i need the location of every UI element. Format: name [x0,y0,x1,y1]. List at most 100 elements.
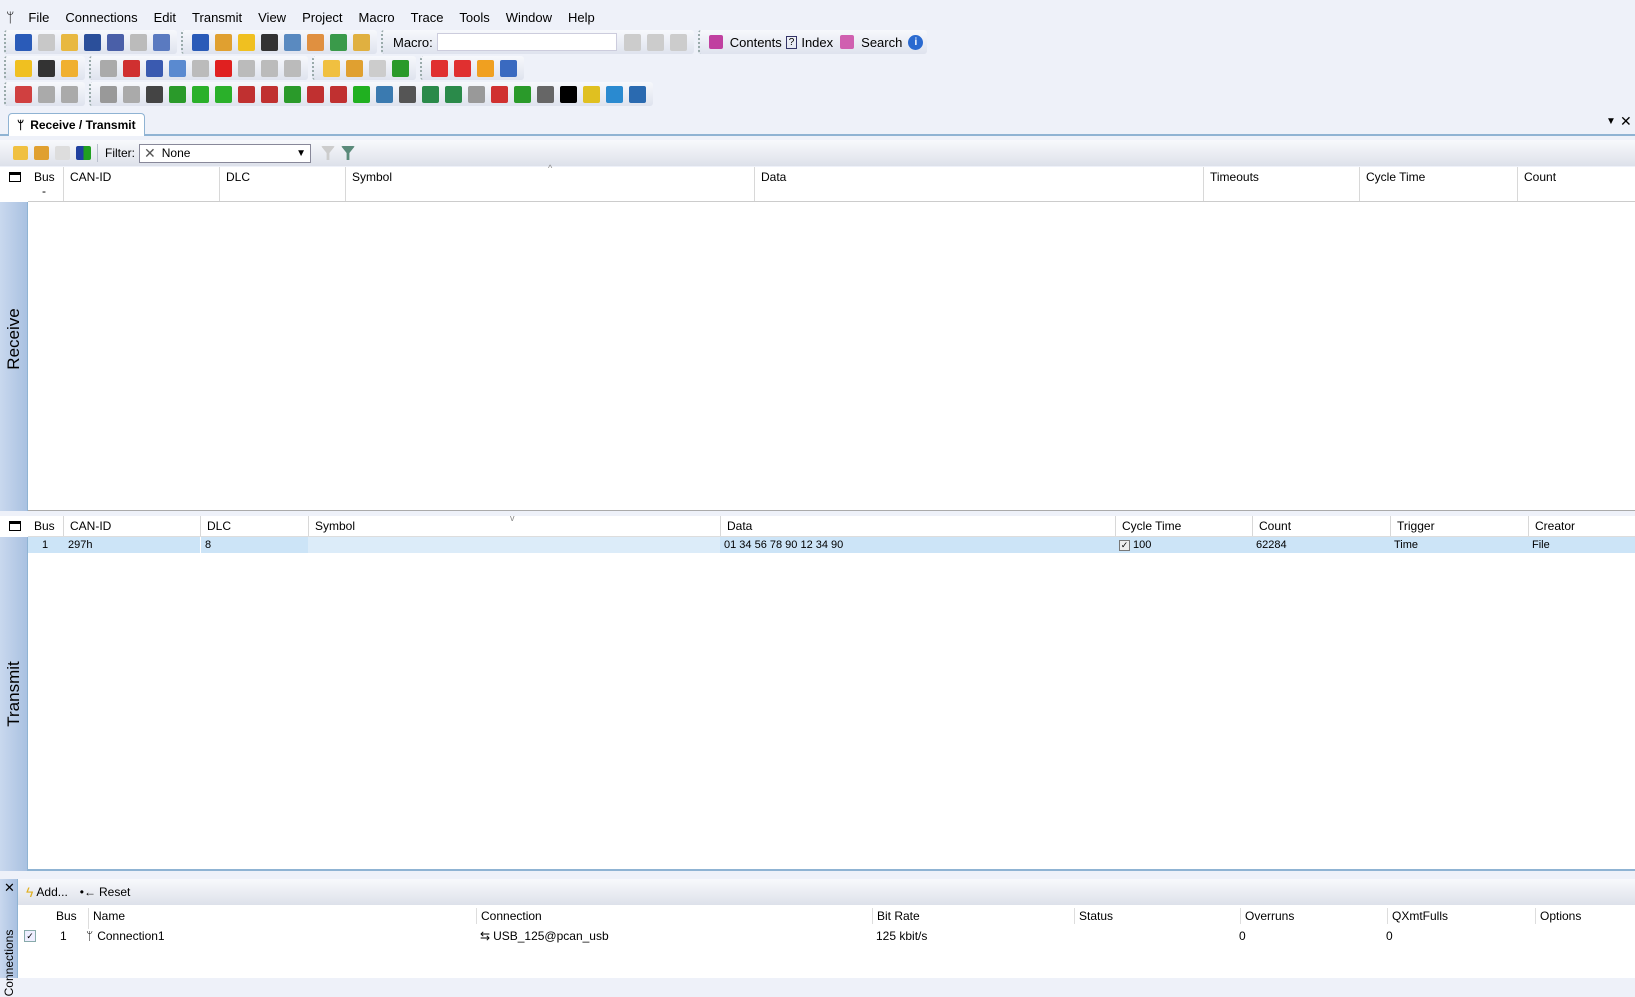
receive-col-data[interactable]: Data [754,167,1203,201]
lightning-icon[interactable] [123,85,140,103]
tab-list-dropdown[interactable]: ▼ [1606,116,1616,127]
receive-transmit-icon[interactable] [192,33,209,51]
chart-icon[interactable] [15,85,32,103]
message-disabled-icon[interactable] [55,146,70,160]
layers-icon[interactable] [629,85,646,103]
multi-switch-icon[interactable] [445,85,462,103]
receive-col-dlc[interactable]: DLC [219,167,345,201]
message-icon[interactable] [353,33,370,51]
transmit-col-can-id[interactable]: CAN-ID [63,516,200,536]
tools-icon[interactable] [261,33,278,51]
delete-icon[interactable] [215,59,232,77]
sun-icon[interactable] [468,85,485,103]
filter-select[interactable]: ✕ None ▼ [139,143,311,163]
conn-col-overruns[interactable]: Overruns [1240,908,1294,924]
connections-window-icon[interactable] [238,33,255,51]
close-tab-button[interactable]: ✕ [1620,113,1632,130]
tab-receive-transmit[interactable]: ᛘ Receive / Transmit [8,113,145,136]
column-chooser[interactable] [0,167,28,202]
reset-icon[interactable] [38,59,55,77]
find-icon[interactable] [284,59,301,77]
vertical-bar-icon[interactable] [192,85,209,103]
macro-play-icon[interactable] [646,33,664,51]
led-display-icon[interactable] [169,85,186,103]
menu-help[interactable]: Help [560,10,603,25]
trace-icon[interactable] [284,33,301,51]
macro-select[interactable] [436,33,617,51]
transmit-col-creator[interactable]: Creator [1528,516,1635,536]
check-icon[interactable] [100,59,117,77]
pause-icon[interactable] [477,59,494,77]
help-contents-button[interactable]: Contents [730,35,782,50]
transmit-col-count[interactable]: Count [1252,516,1390,536]
macro-record-icon[interactable] [623,33,641,51]
green-bar-icon[interactable] [514,85,531,103]
menu-tools[interactable]: Tools [451,10,497,25]
save-icon[interactable] [84,33,101,51]
conn-col-connection[interactable]: Connection [476,908,542,924]
button-icon[interactable] [399,85,416,103]
menu-window[interactable]: Window [498,10,560,25]
transmit-col-trigger[interactable]: Trigger [1390,516,1528,536]
table-row[interactable]: 1 297h 8 01 34 56 78 90 12 34 90 ✓ 100 6… [28,537,1635,553]
project-window-icon[interactable] [215,33,232,51]
add-record-icon[interactable] [431,59,448,77]
receive-col-bus[interactable]: Bus - [28,167,63,201]
filter-add-icon[interactable] [341,146,355,160]
save-all-icon[interactable] [107,33,124,51]
receive-col-timeouts[interactable]: Timeouts [1203,167,1359,201]
receive-col-count[interactable]: Count [1517,167,1635,201]
transmit-col-cycle-time[interactable]: Cycle Time [1115,516,1252,536]
transmit-col-dlc[interactable]: DLC [200,516,308,536]
copy-icon[interactable] [169,59,186,77]
menu-transmit[interactable]: Transmit [184,10,250,25]
conn-col-status[interactable]: Status [1074,908,1113,924]
help-search-button[interactable]: Search [861,35,902,50]
slider-icon[interactable] [307,85,324,103]
conn-col-options[interactable]: Options [1535,908,1581,924]
conn-col-qxmtfulls[interactable]: QXmtFulls [1387,908,1448,924]
step-chart-icon[interactable] [376,85,393,103]
pause-play-icon[interactable] [76,146,91,160]
connect-icon[interactable] [15,59,32,77]
edit-message-icon[interactable] [346,59,363,77]
delete-doc-icon[interactable] [123,59,140,77]
menu-file[interactable]: File [20,10,57,25]
lamp-icon[interactable] [353,85,370,103]
menu-trace[interactable]: Trace [403,10,452,25]
menu-view[interactable]: View [250,10,294,25]
column-chooser[interactable] [0,516,28,537]
checklist-icon[interactable] [153,33,170,51]
switch-icon[interactable] [422,85,439,103]
pause-play-icon[interactable] [392,59,409,77]
message-disabled-icon[interactable] [369,59,386,77]
red-bar-icon[interactable] [491,85,508,103]
paste-icon[interactable] [192,59,209,77]
cycle-enabled-checkbox[interactable]: ✓ [1119,539,1130,551]
gauge2-icon[interactable] [261,85,278,103]
print-icon[interactable] [130,33,147,51]
chart-grid-icon[interactable] [61,85,78,103]
reset-button[interactable]: •← Reset [80,885,131,899]
cut-icon[interactable] [146,59,163,77]
menu-project[interactable]: Project [294,10,350,25]
transmit-col-data[interactable]: Data [720,516,1115,536]
conn-col-name[interactable]: Name [88,908,125,929]
clock-icon[interactable] [61,59,78,77]
add-connection-button[interactable]: ϟ Add... [26,884,68,900]
symbols-icon[interactable] [330,33,347,51]
macro-stop-icon[interactable] [669,33,687,51]
undo-icon[interactable] [238,59,255,77]
window-icon[interactable] [500,59,517,77]
gauge-icon[interactable] [238,85,255,103]
close-connections-button[interactable]: ✕ [4,880,15,896]
new-project-icon[interactable] [15,33,32,51]
conn-col-bus[interactable]: Bus [52,908,77,924]
new-message-icon[interactable] [13,146,28,160]
connection-enabled-checkbox[interactable]: ✓ [24,930,36,942]
new-icon[interactable] [38,33,55,51]
meter-icon[interactable] [330,85,347,103]
digital-clock-icon[interactable] [583,85,600,103]
text-icon[interactable] [560,85,577,103]
edit-message-icon[interactable] [34,146,49,160]
